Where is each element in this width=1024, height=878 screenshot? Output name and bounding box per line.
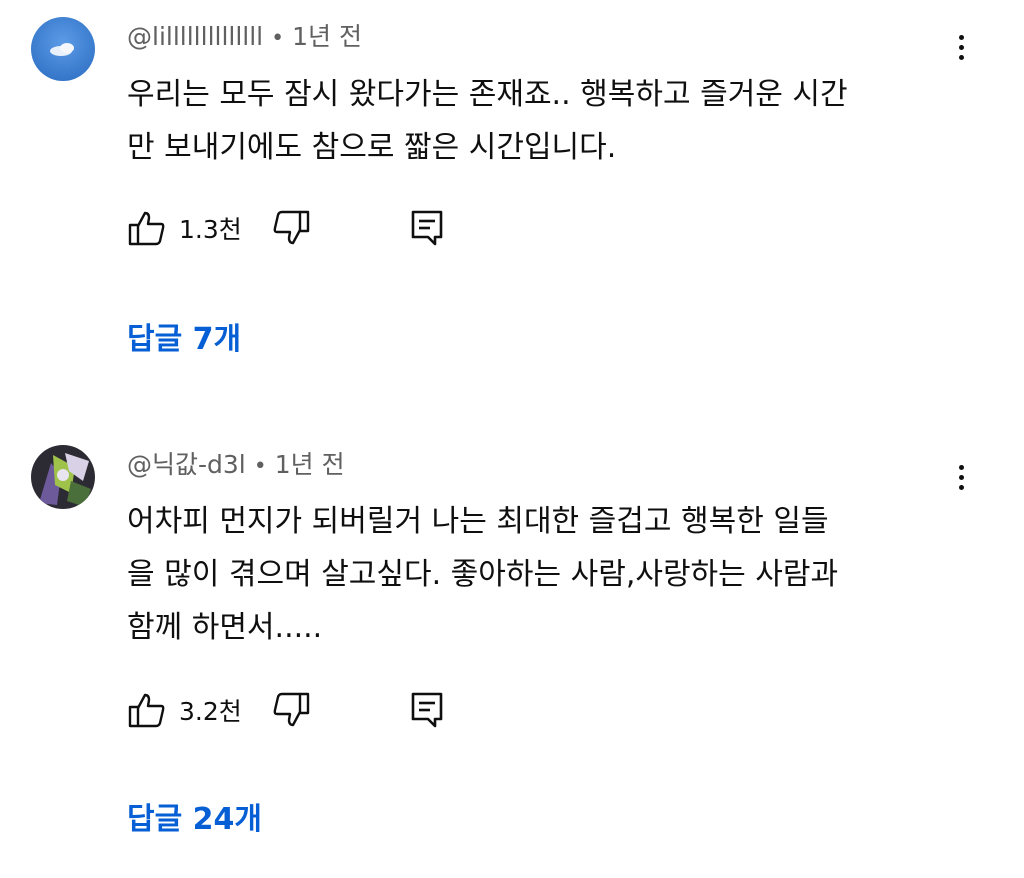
timestamp[interactable]: 1년 전 xyxy=(275,450,345,479)
comment-text: 우리는 모두 잠시 왔다가는 존재죠.. 행복하고 즐거운 시간 만 보내기에도… xyxy=(127,68,947,174)
comment-text-line: 어차피 먼지가 되버릴거 나는 최대한 즐겁고 행복한 일들 xyxy=(127,504,829,539)
more-vert-icon[interactable] xyxy=(946,27,976,67)
comment-text-line: 우리는 모두 잠시 왔다가는 존재죠.. 행복하고 즐거운 시간 xyxy=(127,77,848,112)
comment: @lillllllllllllll • 1년 전 우리는 모두 잠시 왔다가는 존재… xyxy=(0,0,1024,420)
comment: @닉값-d3l • 1년 전 어차피 먼지가 되버릴거 나는 최대한 즐겁고 행복한… xyxy=(0,420,1024,878)
view-replies-button[interactable]: 답글 24개 xyxy=(127,800,262,840)
like-count: 1.3천 xyxy=(179,215,242,244)
comment-actions: 1.3천 xyxy=(127,208,447,248)
more-vert-icon[interactable] xyxy=(946,457,976,497)
comment-text-line: 만 보내기에도 참으로 짧은 시간입니다. xyxy=(127,130,617,165)
thumb-down-icon[interactable] xyxy=(271,208,311,248)
author-handle[interactable]: @닉값-d3l xyxy=(127,450,246,479)
thumb-up-icon[interactable] xyxy=(127,690,167,730)
comment-meta: @lillllllllllllll • 1년 전 xyxy=(127,20,362,56)
reply-comment-icon[interactable] xyxy=(407,690,447,730)
comment-text-line: 함께 하면서..... xyxy=(127,610,323,645)
avatar[interactable] xyxy=(31,17,95,81)
comment-actions: 3.2천 xyxy=(127,690,447,730)
view-replies-button[interactable]: 답글 7개 xyxy=(127,320,241,360)
thumb-up-icon[interactable] xyxy=(127,208,167,248)
comment-text: 어차피 먼지가 되버릴거 나는 최대한 즐겁고 행복한 일들 을 많이 겪으며 … xyxy=(127,495,947,654)
comment-meta: @닉값-d3l • 1년 전 xyxy=(127,448,345,484)
like-count: 3.2천 xyxy=(179,697,242,726)
reply-comment-icon[interactable] xyxy=(407,208,447,248)
meta-separator: • xyxy=(253,454,267,479)
timestamp[interactable]: 1년 전 xyxy=(292,22,362,51)
thumb-down-icon[interactable] xyxy=(271,690,311,730)
comment-text-line: 을 많이 겪으며 살고싶다. 좋아하는 사람,사랑하는 사람과 xyxy=(127,557,839,592)
meta-separator: • xyxy=(271,26,285,51)
author-handle[interactable]: @lillllllllllllll xyxy=(127,22,263,51)
avatar[interactable] xyxy=(31,445,95,509)
